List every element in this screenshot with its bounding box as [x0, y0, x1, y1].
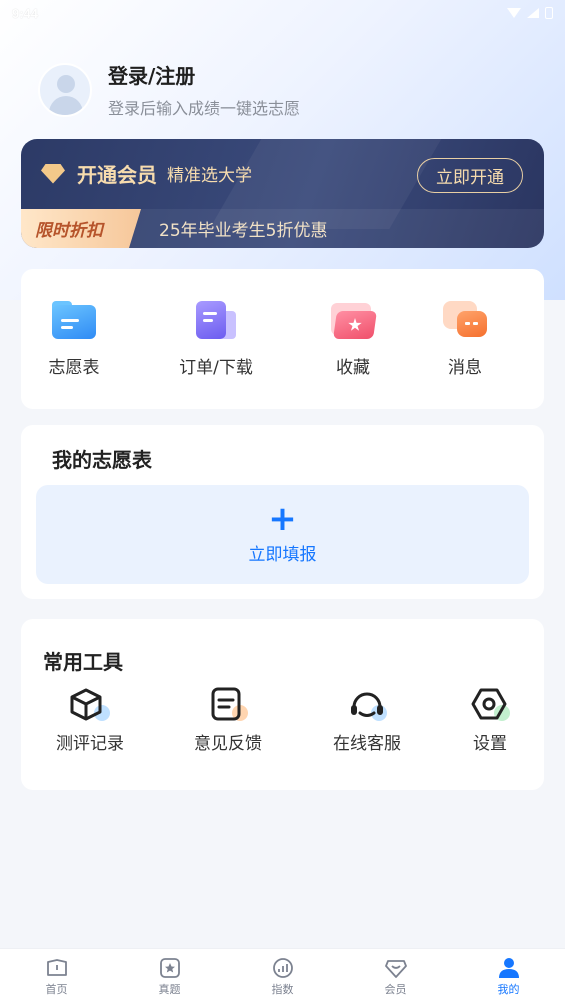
bottom-tab-bar: 首页 真题 指数 会员 我的 — [0, 948, 565, 1004]
quick-item-wishlist[interactable]: 志愿表 — [14, 301, 134, 378]
login-subtitle: 登录后输入成绩一键选志愿 — [108, 99, 301, 118]
tools-title: 常用工具 — [43, 650, 123, 674]
vip-title: 开通会员 — [77, 163, 157, 187]
tab-mine[interactable]: 我的 — [452, 949, 565, 1004]
avatar-head — [57, 74, 75, 93]
user-icon — [498, 957, 520, 979]
feedback-icon — [208, 687, 248, 723]
vip-discount-bar: 限时折扣 25年毕业考生5折优惠 — [21, 209, 544, 248]
tools-card: 常用工具 测评记录 意见反馈 在线客服 设置 — [21, 619, 544, 790]
tool-item-feedback[interactable]: 意见反馈 — [168, 687, 288, 754]
tool-item-support[interactable]: 在线客服 — [307, 687, 427, 754]
settings-icon — [470, 687, 510, 723]
status-icons — [507, 7, 553, 19]
quick-label: 收藏 — [336, 358, 370, 378]
tab-index[interactable]: 指数 — [226, 949, 339, 1004]
avatar-body — [49, 95, 83, 115]
vip-banner[interactable]: 开通会员 精准选大学 立即开通 限时折扣 25年毕业考生5折优惠 — [21, 139, 544, 248]
tab-label: 首页 — [45, 983, 68, 996]
quick-item-orders[interactable]: 订单/下载 — [156, 301, 276, 378]
signal-icon — [527, 8, 539, 18]
vip-icon — [384, 957, 407, 979]
quick-label: 订单/下载 — [179, 358, 253, 378]
status-time: 9:44 — [12, 5, 39, 21]
tab-label: 会员 — [384, 983, 407, 996]
status-bar: 9:44 — [0, 0, 565, 26]
profile-login[interactable]: 登录/注册 登录后输入成绩一键选志愿 — [38, 60, 300, 119]
order-icon — [194, 301, 238, 341]
avatar[interactable] — [38, 62, 92, 117]
wishlist-title: 我的志愿表 — [52, 448, 152, 472]
plus-icon: + — [268, 499, 297, 539]
tool-item-settings[interactable]: 设置 — [430, 687, 550, 754]
headset-icon — [347, 687, 387, 723]
message-icon — [443, 301, 487, 341]
tab-exam[interactable]: 真题 — [113, 949, 226, 1004]
login-title[interactable]: 登录/注册 — [108, 60, 300, 89]
tool-label: 测评记录 — [56, 734, 124, 754]
exam-icon — [159, 957, 181, 979]
fill-now-label: 立即填报 — [248, 545, 317, 565]
diamond-icon — [41, 163, 65, 184]
discount-text: 25年毕业考生5折优惠 — [159, 221, 328, 241]
cube-icon — [70, 687, 110, 723]
wifi-icon — [507, 8, 521, 18]
tab-label: 我的 — [497, 983, 520, 996]
tab-vip[interactable]: 会员 — [339, 949, 452, 1004]
tool-label: 设置 — [473, 734, 507, 754]
tool-item-assessment[interactable]: 测评记录 — [30, 687, 150, 754]
quick-item-favorites[interactable]: 收藏 — [293, 301, 413, 378]
quick-actions-card: 志愿表 订单/下载 收藏 消息 — [21, 269, 544, 409]
tool-label: 在线客服 — [333, 734, 401, 754]
chart-icon — [272, 957, 294, 979]
open-vip-button[interactable]: 立即开通 — [417, 158, 523, 193]
tab-home[interactable]: 首页 — [0, 949, 113, 1004]
vip-header: 开通会员 精准选大学 — [41, 159, 252, 188]
tab-label: 指数 — [271, 983, 294, 996]
tool-label: 意见反馈 — [194, 734, 262, 754]
quick-label: 消息 — [448, 358, 482, 378]
quick-label: 志愿表 — [48, 358, 100, 378]
star-folder-icon — [331, 301, 377, 341]
battery-icon — [545, 7, 553, 19]
vip-subtitle: 精准选大学 — [167, 166, 252, 186]
profile-text: 登录/注册 登录后输入成绩一键选志愿 — [108, 60, 300, 119]
folder-icon — [52, 301, 96, 341]
wishlist-card: 我的志愿表 + 立即填报 — [21, 425, 544, 599]
quick-item-messages[interactable]: 消息 — [405, 301, 525, 378]
tab-label: 真题 — [158, 983, 181, 996]
home-icon — [46, 957, 68, 979]
fill-now-button[interactable]: + 立即填报 — [36, 485, 529, 584]
discount-tag: 限时折扣 — [21, 209, 141, 248]
